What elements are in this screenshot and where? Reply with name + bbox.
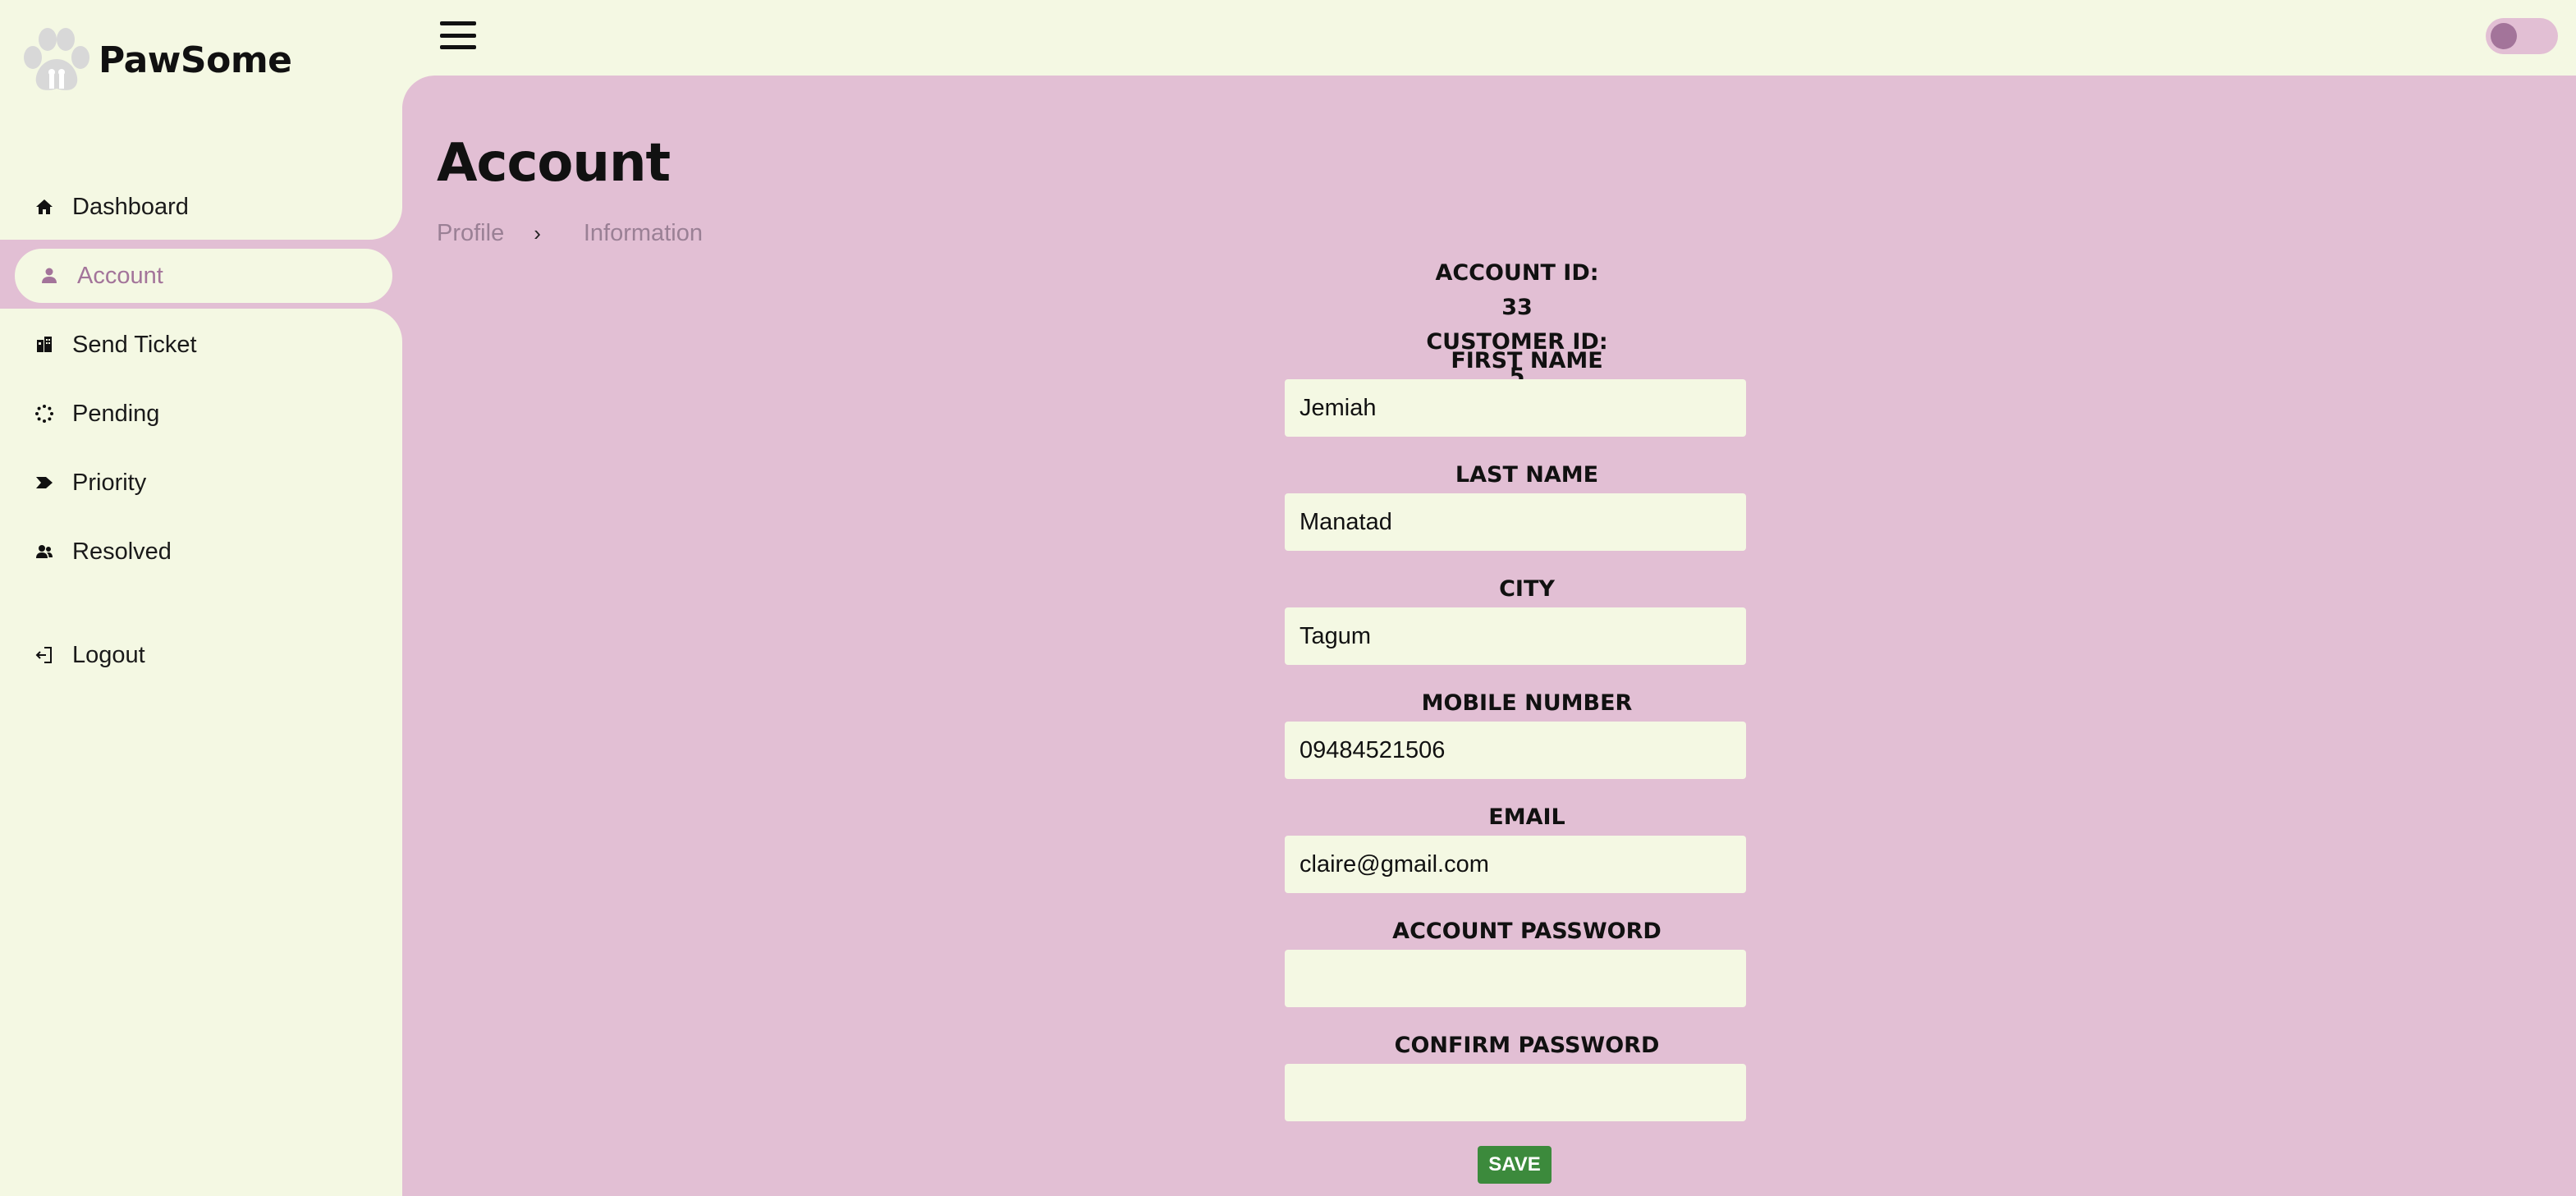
sidebar-item-label: Priority: [72, 469, 147, 496]
spinner-icon: [33, 402, 56, 425]
confirm-password-label: CONFIRM PASSWORD: [1394, 1033, 1660, 1058]
email-label: EMAIL: [1488, 804, 1565, 830]
breadcrumb-information[interactable]: Information: [584, 220, 703, 247]
city-field: CITY: [1285, 575, 1746, 665]
hamburger-line: [440, 45, 476, 49]
users-icon: [33, 540, 56, 563]
sidebar-item-label: Logout: [72, 641, 145, 668]
first-name-field: FIRST NAME: [1285, 346, 1746, 437]
mobile-number-label: MOBILE NUMBER: [1421, 690, 1633, 716]
first-name-label: FIRST NAME: [1451, 348, 1603, 373]
confirm-password-field: CONFIRM PASSWORD: [1285, 1031, 1746, 1121]
save-button[interactable]: SAVE: [1478, 1146, 1552, 1184]
hamburger-line: [440, 21, 476, 25]
sidebar-item-logout[interactable]: Logout: [0, 621, 402, 690]
sidebar-item-label: Pending: [72, 400, 160, 427]
breadcrumb: Profile › Information: [437, 220, 703, 247]
sidebar-item-resolved[interactable]: Resolved: [0, 517, 402, 586]
sidebar-item-dashboard[interactable]: Dashboard: [0, 172, 402, 241]
sidebar: PawSome Dashboard Account Send Ticket Pe…: [0, 0, 402, 1196]
page-title: Account: [437, 133, 671, 194]
last-name-label: LAST NAME: [1455, 462, 1599, 488]
sidebar-item-pending[interactable]: Pending: [0, 379, 402, 448]
sidebar-item-send-ticket[interactable]: Send Ticket: [0, 310, 402, 379]
last-name-field: LAST NAME: [1285, 461, 1746, 551]
sidebar-item-priority[interactable]: Priority: [0, 448, 402, 517]
mobile-number-field: MOBILE NUMBER: [1285, 689, 1746, 779]
tag-icon: [33, 471, 56, 494]
city-label: CITY: [1499, 576, 1555, 602]
account-password-field: ACCOUNT PASSWORD: [1285, 917, 1746, 1007]
mobile-number-input[interactable]: [1285, 722, 1746, 779]
sidebar-item-label: Send Ticket: [72, 331, 197, 358]
account-id: ACCOUNT ID: 33: [1435, 260, 1599, 320]
email-input[interactable]: [1285, 836, 1746, 893]
sidebar-item-label: Account: [77, 262, 163, 289]
last-name-input[interactable]: [1285, 493, 1746, 551]
brand[interactable]: PawSome: [15, 25, 292, 95]
logout-icon: [33, 644, 56, 667]
sidebar-item-label: Resolved: [72, 538, 172, 565]
hamburger-icon[interactable]: [440, 21, 476, 49]
confirm-password-input[interactable]: [1285, 1064, 1746, 1121]
hamburger-line: [440, 33, 476, 38]
email-field: EMAIL: [1285, 803, 1746, 893]
city-input[interactable]: [1285, 607, 1746, 665]
brand-name: PawSome: [99, 39, 292, 81]
first-name-input[interactable]: [1285, 379, 1746, 437]
chevron-right-icon: ›: [534, 221, 541, 245]
home-icon: [33, 195, 56, 218]
toggle-knob: [2491, 23, 2517, 49]
account-password-label: ACCOUNT PASSWORD: [1392, 919, 1662, 944]
ticket-icon: [33, 333, 56, 356]
paw-icon: [24, 28, 89, 90]
main-panel: Account Profile › Information ACCOUNT ID…: [402, 76, 2576, 1196]
sidebar-item-account[interactable]: Account: [10, 244, 397, 308]
account-password-input[interactable]: [1285, 950, 1746, 1007]
theme-toggle[interactable]: [2486, 18, 2558, 54]
breadcrumb-profile[interactable]: Profile: [437, 220, 504, 247]
sidebar-item-label: Dashboard: [72, 193, 189, 220]
user-icon: [38, 264, 61, 287]
